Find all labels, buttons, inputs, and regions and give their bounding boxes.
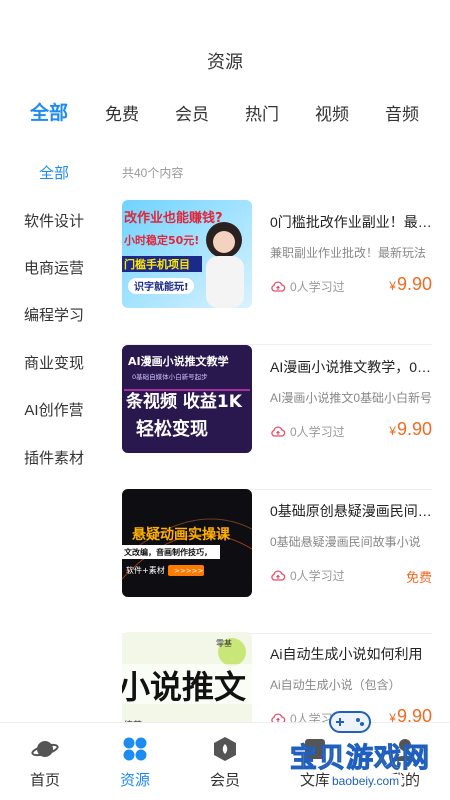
tab-vip[interactable]: 会员: [175, 100, 209, 125]
course-desc: Ai自动生成小说（包含）: [270, 678, 401, 692]
thumb-text: >>>>>: [174, 567, 203, 575]
thumb-text: 小时稳定50元!: [123, 233, 199, 247]
learners-count: 0人学习过: [270, 278, 345, 295]
course-title: AI漫画小说推文教学，0基础: [270, 359, 432, 375]
list-item[interactable]: 改作业也能赚钱? 小时稳定50元! 门槛手机项目 识字就能玩! 0门槛批改作业副…: [122, 200, 432, 345]
sidebar-item-programming[interactable]: 编程学习: [0, 304, 108, 325]
course-desc: 兼职副业作业批改！最新玩法: [270, 246, 427, 260]
thumb-text: 软件+素材: [126, 565, 165, 575]
sidebar-item-software-design[interactable]: 软件设计: [0, 210, 108, 231]
nav-home[interactable]: 首页: [0, 735, 90, 790]
gamepad-icon: [329, 711, 371, 733]
content-count: 共40个内容: [122, 166, 184, 180]
tab-all[interactable]: 全部: [30, 98, 68, 125]
free-badge: 免费: [405, 570, 432, 585]
grid-icon: [123, 737, 147, 761]
sidebar-item-all[interactable]: 全部: [0, 162, 108, 183]
sidebar-item-plugins[interactable]: 插件素材: [0, 447, 108, 468]
thumb-text: 零基: [216, 638, 232, 648]
price: ¥9.90: [389, 419, 432, 439]
course-thumbnail: 改作业也能赚钱? 小时稳定50元! 门槛手机项目 识字就能玩!: [122, 200, 252, 308]
cloud-upload-icon: [271, 569, 286, 581]
thumb-text: 0基础自媒体小白新号起步: [132, 372, 208, 381]
watermark-url: baobeiy.com: [328, 774, 404, 788]
sidebar-item-ecommerce[interactable]: 电商运营: [0, 257, 108, 278]
course-desc: 0基础悬疑漫画民间故事小说: [270, 535, 421, 549]
thumb-text: AI漫画小说推文教学: [128, 354, 229, 368]
learners-count: 0人学习过: [270, 423, 345, 440]
learners-count: 0人学习过: [270, 567, 345, 584]
tab-video[interactable]: 视频: [315, 100, 349, 125]
thumb-text: 门槛手机项目: [124, 257, 190, 271]
thumb-text: 小说推文: [122, 668, 246, 706]
course-thumbnail: AI漫画小说推文教学 0基础自媒体小白新号起步 条视频 收益1K 轻松变现: [122, 345, 252, 453]
category-tabs: 全部 免费 会员 热门 视频 音频: [0, 100, 450, 140]
cloud-upload-icon: [271, 425, 286, 437]
watermark: 宝贝游戏网 baobeiy.com: [270, 700, 445, 800]
course-title: 0门槛批改作业副业！最新玩法: [270, 214, 432, 230]
cloud-upload-icon: [271, 280, 286, 292]
tab-free[interactable]: 免费: [105, 100, 139, 125]
list-item[interactable]: 悬疑动画实操课 文改编，音画制作技巧， 软件+素材 >>>>> 0基础原创悬疑漫…: [122, 489, 432, 634]
thumb-text: 改作业也能赚钱?: [124, 210, 223, 226]
tab-audio[interactable]: 音频: [385, 100, 419, 125]
tab-hot[interactable]: 热门: [245, 100, 279, 125]
nav-vip[interactable]: 会员: [180, 735, 270, 790]
course-thumbnail: 悬疑动画实操课 文改编，音画制作技巧， 软件+素材 >>>>>: [122, 489, 252, 597]
thumb-text: 条视频 收益1K: [125, 391, 243, 412]
thumb-text: 识字就能玩!: [134, 280, 189, 293]
page-title: 资源: [207, 52, 243, 72]
course-title: 0基础原创悬疑漫画民间故事: [270, 503, 432, 519]
thumb-text: 文改编，音画制作技巧，: [124, 547, 212, 557]
thumb-text: 悬疑动画实操课: [131, 526, 231, 543]
thumb-text: 轻松变现: [136, 418, 208, 440]
course-desc: AI漫画小说推文0基础小白新号: [270, 391, 432, 405]
sidebar-item-monetization[interactable]: 商业变现: [0, 352, 108, 373]
header: 资源: [0, 0, 450, 95]
course-title: Ai自动生成小说如何利用: [270, 646, 423, 662]
nav-resources[interactable]: 资源: [90, 735, 180, 790]
watermark-text: 宝贝游戏网: [290, 743, 430, 774]
vip-icon: [214, 737, 236, 761]
sidebar-item-ai-creation[interactable]: AI创作营: [0, 399, 108, 420]
planet-icon: [31, 741, 59, 757]
price: ¥9.90: [389, 274, 432, 294]
list-item[interactable]: AI漫画小说推文教学 0基础自媒体小白新号起步 条视频 收益1K 轻松变现 AI…: [122, 345, 432, 490]
